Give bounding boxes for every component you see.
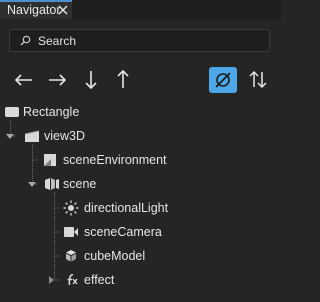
tab-navigator[interactable]: Navigator	[0, 0, 72, 19]
close-icon[interactable]	[57, 4, 69, 16]
tree-item-label: Rectangle	[23, 105, 80, 119]
tree-item-view3d[interactable]: view3D	[0, 124, 281, 148]
tree-item-label: directionalLight	[84, 201, 169, 215]
search-icon	[20, 35, 31, 46]
camera-icon	[64, 227, 78, 237]
search-input[interactable]: Search	[9, 29, 270, 52]
rectangle-icon	[5, 107, 19, 117]
tree-item-effect[interactable]: effect	[0, 268, 281, 292]
navigator-tree: Rectangle view3D sceneEnvironment scene	[0, 100, 281, 302]
chevron-down-icon[interactable]	[28, 180, 36, 188]
search-placeholder: Search	[38, 34, 77, 48]
reverse-order-button[interactable]	[246, 67, 270, 93]
tree-item-label: sceneCamera	[84, 225, 162, 239]
move-right-button[interactable]	[45, 67, 69, 93]
effect-icon	[67, 274, 78, 286]
arrow-up-icon	[117, 69, 129, 88]
tree-item-directionallight[interactable]: directionalLight	[0, 196, 281, 220]
visibility-off-icon	[215, 72, 231, 88]
model-icon	[66, 250, 76, 262]
tree-item-scene[interactable]: scene	[0, 172, 281, 196]
light-icon	[63, 200, 79, 216]
move-left-button[interactable]	[12, 67, 36, 93]
tree-item-label: scene	[63, 177, 97, 191]
tree-item-label: cubeModel	[84, 249, 146, 263]
tree-item-rectangle[interactable]: Rectangle	[0, 100, 281, 124]
arrow-down-icon	[85, 71, 97, 90]
tree-item-label: sceneEnvironment	[63, 153, 167, 167]
hide-hidden-toggle[interactable]	[209, 67, 237, 93]
chevron-right-icon[interactable]	[47, 276, 55, 284]
tree-item-sceneenvironment[interactable]: sceneEnvironment	[0, 148, 281, 172]
chevron-down-icon[interactable]	[6, 132, 14, 140]
move-down-button[interactable]	[79, 67, 103, 93]
tree-item-label: effect	[84, 273, 115, 287]
arrow-right-icon	[49, 74, 67, 86]
scene-icon	[45, 178, 59, 190]
tab-navigator-label: Navigator	[7, 3, 61, 17]
tree-item-label: view3D	[44, 129, 85, 143]
move-up-button[interactable]	[111, 67, 135, 93]
scene-environment-icon	[44, 154, 56, 166]
sort-order-icon	[249, 70, 267, 89]
tab-bar: Navigator	[0, 0, 281, 19]
tree-item-cubemodel[interactable]: cubeModel	[0, 244, 281, 268]
arrow-left-icon	[14, 74, 32, 86]
tree-item-scenecamera[interactable]: sceneCamera	[0, 220, 281, 244]
view3d-icon	[24, 130, 40, 142]
